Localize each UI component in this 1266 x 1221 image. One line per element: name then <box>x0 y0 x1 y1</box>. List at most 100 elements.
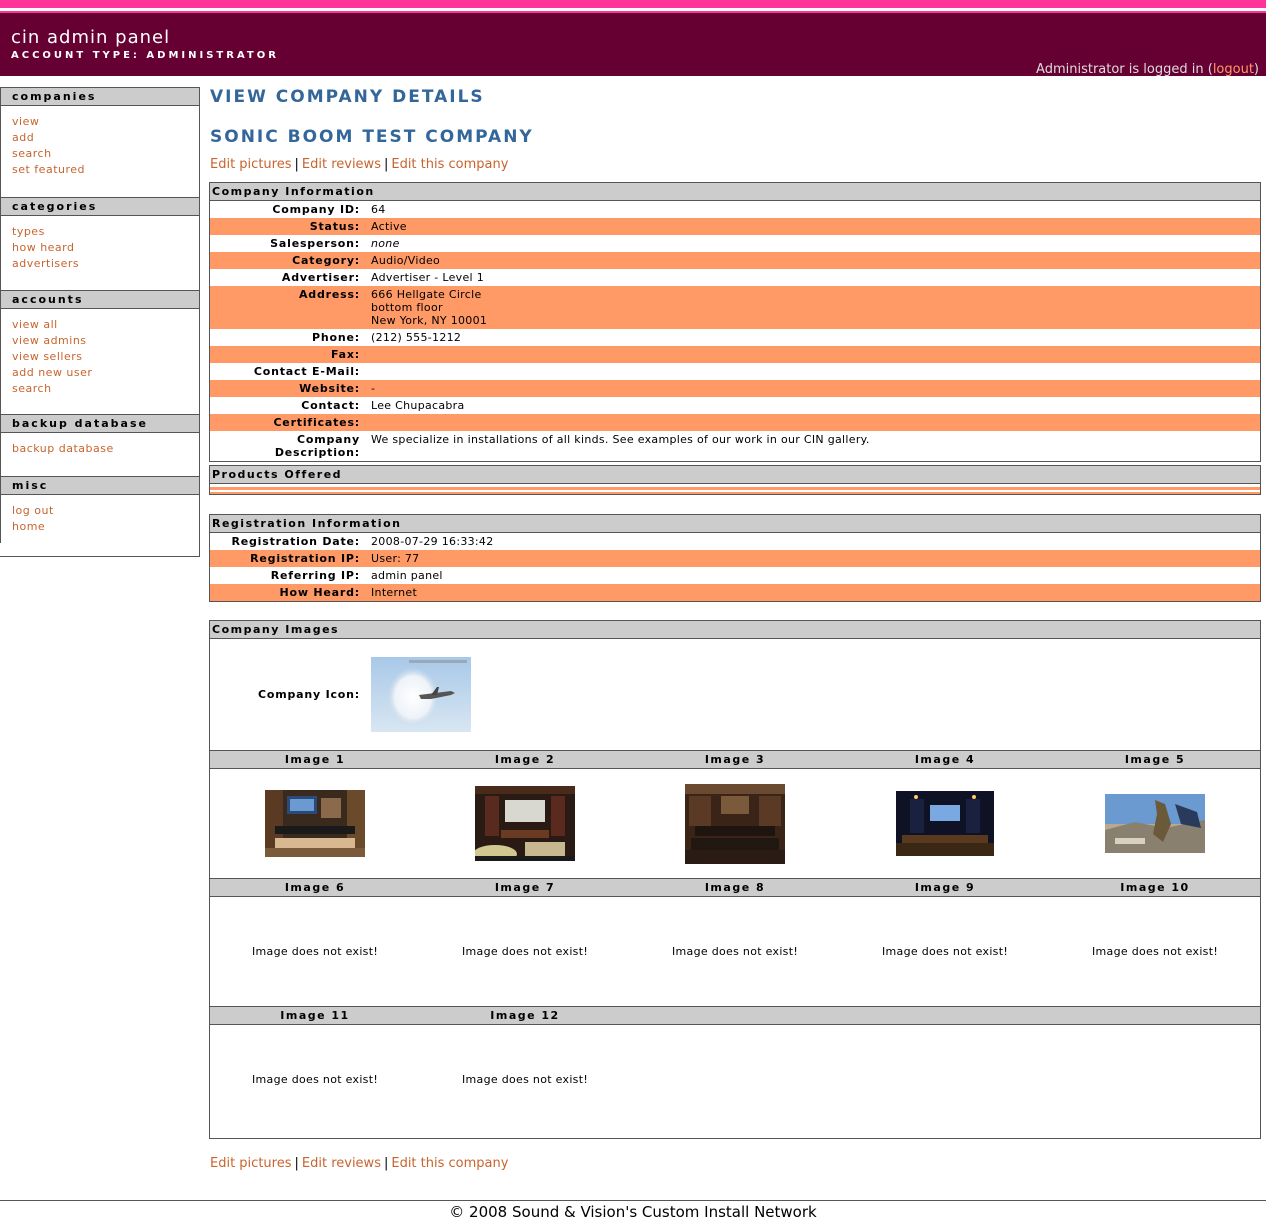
link-separator: | <box>294 1156 299 1171</box>
edit-reviews-link[interactable]: Edit reviews <box>302 157 381 172</box>
image-5-thumbnail[interactable] <box>1105 794 1205 853</box>
sidebar-link-search[interactable]: search <box>12 146 199 162</box>
image-4-thumbnail[interactable] <box>896 791 994 856</box>
registration-heading: Registration Information <box>210 515 1260 533</box>
category-value: Audio/Video <box>371 254 441 267</box>
status-value: Active <box>371 220 407 233</box>
image-header-row: Image 6 Image 7 Image 8 Image 9 Image 10 <box>210 878 1260 897</box>
image-missing-text: Image does not exist! <box>881 945 1009 958</box>
info-row: Certificates: <box>210 414 1260 431</box>
sidebar-heading-categories: categories <box>1 197 199 216</box>
sidebar-link-view-all[interactable]: view all <box>12 317 199 333</box>
products-panel: Products Offered <box>209 465 1261 495</box>
website-value: - <box>371 382 376 395</box>
edit-pictures-link[interactable]: Edit pictures <box>210 1156 292 1171</box>
address-line: 666 Hellgate Circle <box>371 288 482 301</box>
address-value: 666 Hellgate Circle bottom floor New York,… <box>371 286 1260 329</box>
info-row: Fax: <box>210 346 1260 363</box>
info-row: Contact: Lee Chupacabra <box>210 397 1260 414</box>
sidebar-link-advertisers[interactable]: advertisers <box>12 256 199 272</box>
sidebar-link-log-out[interactable]: log out <box>12 503 199 519</box>
sidebar-link-set-featured[interactable]: set featured <box>12 162 199 178</box>
sidebar-link-backup-database[interactable]: backup database <box>12 441 199 457</box>
company-icon-label: Company Icon: <box>257 688 360 701</box>
sidebar-heading-accounts: accounts <box>1 290 199 309</box>
account-type: ACCOUNT TYPE: ADMINISTRATOR <box>11 50 279 61</box>
field-label: Fax: <box>331 348 360 361</box>
image-slot-label: Image 7 <box>494 881 556 894</box>
registration-date-value: 2008-07-29 16:33:42 <box>371 535 494 548</box>
sidebar-link-home[interactable]: home <box>12 519 199 535</box>
edit-company-link[interactable]: Edit this company <box>391 157 508 172</box>
field-label: Status: <box>309 220 360 233</box>
sidebar-backup: backup database backup database <box>0 414 199 476</box>
login-suffix: ) <box>1253 62 1259 77</box>
info-row: Company ID: 64 <box>210 201 1260 218</box>
image-slot-label: Image 6 <box>284 881 346 894</box>
products-heading: Products Offered <box>210 466 1260 484</box>
image-slot-label: Image 2 <box>494 753 556 766</box>
company-icon-row: Company Icon: <box>210 639 1260 750</box>
action-links-bottom: Edit pictures | Edit reviews | Edit this com… <box>210 1156 508 1171</box>
sidebar-link-add-new-user[interactable]: add new user <box>12 365 199 381</box>
sidebar-categories: categories types how heard advertisers <box>0 197 199 290</box>
info-row: Phone: (212) 555-1212 <box>210 329 1260 346</box>
edit-pictures-link[interactable]: Edit pictures <box>210 157 292 172</box>
edit-reviews-link[interactable]: Edit reviews <box>302 1156 381 1171</box>
image-row: Image does not exist! Image does not exi… <box>210 1025 1260 1134</box>
image-1-thumbnail[interactable] <box>265 790 365 857</box>
header: cin admin panel ACCOUNT TYPE: ADMINISTRA… <box>0 13 1266 77</box>
info-row: Company Description: We specialize in ins… <box>210 431 1260 461</box>
page-title: VIEW COMPANY DETAILS <box>210 87 485 107</box>
logout-link[interactable]: logout <box>1213 62 1254 77</box>
image-header-row: Image 11 Image 12 <box>210 1006 1260 1025</box>
edit-company-link[interactable]: Edit this company <box>391 1156 508 1171</box>
fax-value <box>371 346 1260 363</box>
sidebar-heading-misc: misc <box>1 476 199 495</box>
image-3-thumbnail[interactable] <box>685 783 785 864</box>
image-slot-label: Image 8 <box>704 881 766 894</box>
sidebar-link-view-admins[interactable]: view admins <box>12 333 199 349</box>
info-row: Registration IP: User: 77 <box>210 550 1260 567</box>
company-icon-image[interactable] <box>371 657 471 732</box>
sidebar-link-view-sellers[interactable]: view sellers <box>12 349 199 365</box>
how-heard-value: Internet <box>371 586 418 599</box>
image-slot-label: Image 10 <box>1120 881 1190 894</box>
company-info-heading: Company Information <box>210 183 1260 201</box>
field-label: Category: <box>292 254 360 267</box>
salesperson-value: none <box>371 237 400 250</box>
company-id-value: 64 <box>371 203 386 216</box>
certificates-value <box>371 414 1260 431</box>
field-label: Contact: <box>301 399 360 412</box>
sidebar-link-account-search[interactable]: search <box>12 381 199 397</box>
company-info-panel: Company Information Company ID: 64 Status… <box>209 182 1261 462</box>
field-label: Referring IP: <box>270 569 360 582</box>
image-slot-label: Image 4 <box>914 753 976 766</box>
image-slot-label: Image 12 <box>490 1009 560 1022</box>
link-separator: | <box>383 157 389 172</box>
login-prefix: Administrator is logged in ( <box>1036 62 1213 77</box>
info-row: How Heard: Internet <box>210 584 1260 601</box>
sidebar-accounts: accounts view all view admins view selle… <box>0 290 199 414</box>
image-slot-label: Image 3 <box>704 753 766 766</box>
sidebar-companies: companies view add search set featured <box>0 87 199 197</box>
sidebar-link-how-heard[interactable]: how heard <box>12 240 199 256</box>
field-label: Advertiser: <box>281 271 360 284</box>
sidebar-link-add[interactable]: add <box>12 130 199 146</box>
action-links-top: Edit pictures | Edit reviews | Edit this com… <box>210 157 508 172</box>
image-missing-text: Image does not exist! <box>461 945 589 958</box>
field-label: Address: <box>298 288 360 301</box>
image-slot-label: Image 11 <box>280 1009 350 1022</box>
sidebar-link-view[interactable]: view <box>12 114 199 130</box>
sidebar-link-types[interactable]: types <box>12 224 199 240</box>
images-panel: Company Images Company Icon: Image 1 Ima… <box>209 620 1261 1139</box>
app-title: cin admin panel <box>11 27 171 48</box>
info-row: Category: Audio/Video <box>210 252 1260 269</box>
image-2-thumbnail[interactable] <box>475 786 575 861</box>
field-label: Company ID: <box>272 203 360 216</box>
image-row <box>210 769 1260 878</box>
advertiser-value: Advertiser - Level 1 <box>371 271 484 284</box>
contact-value: Lee Chupacabra <box>371 399 465 412</box>
field-label: How Heard: <box>279 586 360 599</box>
info-row: Referring IP: admin panel <box>210 567 1260 584</box>
